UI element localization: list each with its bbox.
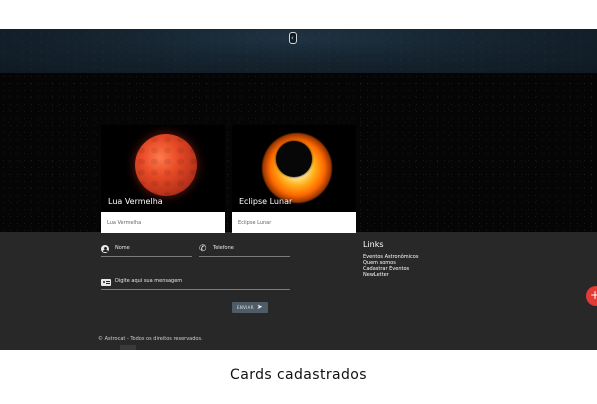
send-button[interactable]: ENVIAR ➤ (232, 302, 268, 313)
footer-small-box (120, 345, 136, 350)
screenshot-caption: Cards cadastrados (230, 367, 367, 383)
message-field[interactable]: Digite aqui sua mensagem (101, 275, 290, 290)
card-lua-vermelha[interactable]: Lua Vermelha Lua Vermelha (101, 125, 225, 233)
collapse-toggle-button[interactable]: ‹ (289, 32, 297, 44)
send-icon: ➤ (256, 303, 263, 311)
card-image-eclipse: Eclipse Lunar (232, 125, 356, 212)
card-image-red-moon: Lua Vermelha (101, 125, 225, 212)
plus-icon: + (590, 288, 597, 302)
user-icon (101, 245, 109, 253)
phone-field-label: Telefone (213, 245, 234, 251)
name-field-label: Nome (115, 245, 130, 251)
contact-card-icon (101, 279, 111, 286)
cards-section: Lua Vermelha Lua Vermelha Eclipse Lunar … (0, 73, 597, 233)
phone-icon: ✆ (199, 244, 207, 254)
app-window: ‹ Lua Vermelha Lua Vermelha Eclipse Luna… (0, 29, 597, 350)
phone-field[interactable]: ✆ Telefone (199, 242, 290, 257)
message-field-label: Digite aqui sua mensagem (115, 278, 183, 284)
footer: Nome ✆ Telefone Digite aqui sua mensagem… (0, 232, 597, 350)
copyright-text: © Astrocat - Todos os direitos reservado… (98, 336, 203, 342)
eclipse-shadow (276, 141, 312, 177)
card-eclipse-lunar[interactable]: Eclipse Lunar Eclipse Lunar (232, 125, 356, 233)
header-banner: ‹ (0, 29, 597, 73)
links-title: Links (363, 240, 384, 249)
links-list: Eventos Astronômicos Quem somos Cadastra… (363, 254, 418, 278)
link-newsletter[interactable]: NewLetter (363, 272, 418, 278)
send-button-label: ENVIAR (237, 305, 254, 310)
name-field[interactable]: Nome (101, 242, 192, 257)
red-moon-image (135, 134, 197, 196)
card-title: Eclipse Lunar (239, 197, 293, 206)
card-description: Lua Vermelha (101, 212, 225, 233)
card-title: Lua Vermelha (108, 197, 163, 206)
chevron-left-icon: ‹ (291, 34, 294, 42)
card-description: Eclipse Lunar (232, 212, 356, 233)
